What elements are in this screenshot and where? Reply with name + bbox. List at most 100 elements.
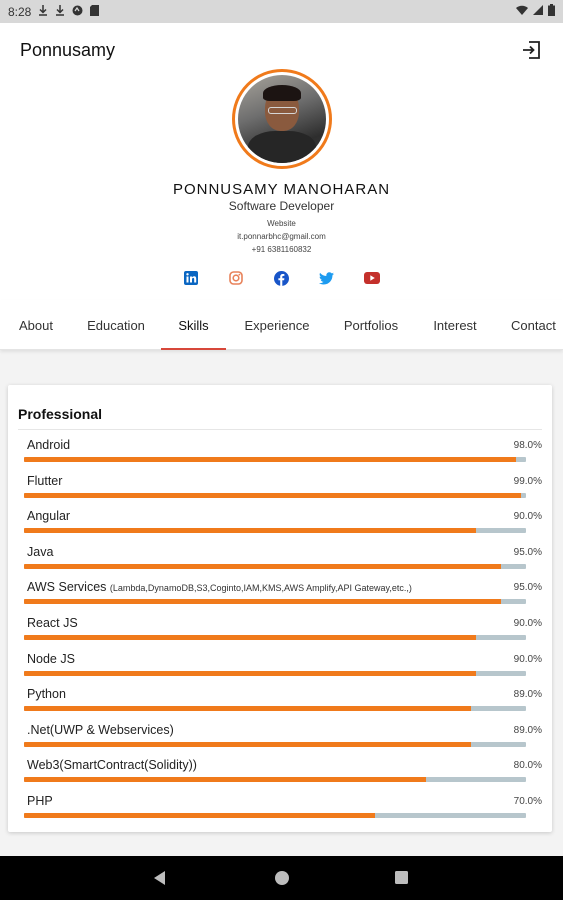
progress-fill [24,670,476,676]
section-title: Professional [18,406,103,422]
logout-button[interactable] [519,38,543,62]
tab-experience[interactable]: Experience [237,300,317,350]
status-bar: 8:28 [0,0,563,23]
skill-label: AWS Services (Lambda,DynamoDB,S3,Coginto… [27,580,412,594]
skill-percent: 90.0% [513,511,542,523]
progress-track [24,706,526,712]
skill-percent: 70.0% [513,795,542,807]
twitter-button[interactable] [318,270,334,286]
avatar-glasses [268,107,297,114]
progress-track [24,457,526,462]
avatar-body [248,131,316,163]
skill-detail: (Lambda,DynamoDB,S3,Coginto,IAM,KMS,AWS … [109,583,412,594]
skill-label: Java [27,545,53,559]
status-right [516,4,555,19]
tab-portfolios[interactable]: Portfolios [334,300,408,350]
status-time: 8:28 [8,4,32,19]
back-button[interactable] [153,870,169,886]
skill-percent: 89.0% [513,724,542,736]
progress-track [24,670,526,676]
skill-name: AWS Services [27,580,107,595]
tab-education[interactable]: Education [79,300,153,350]
skill-label: Android [27,438,70,452]
recents-button[interactable] [394,870,410,886]
instagram-icon [229,271,243,285]
youtube-icon [364,272,380,284]
skill-row: .Net(UWP & Webservices) 89.0% [8,717,552,753]
wifi-icon [516,5,528,18]
signal-icon [533,5,543,18]
app-title: Ponnusamy [20,39,116,60]
skill-name: Android [27,438,71,452]
progress-track [24,599,526,605]
tab-about[interactable]: About [6,300,66,350]
avatar-photo [238,75,326,163]
skill-percent: 95.0% [513,546,542,558]
website-link[interactable]: Website [0,219,563,228]
skill-row: AWS Services (Lambda,DynamoDB,S3,Coginto… [8,574,552,610]
skill-percent: 89.0% [513,689,542,701]
skill-row: Java 95.0% [8,539,552,575]
facebook-icon [273,270,289,286]
profile-role: Software Developer [228,199,335,213]
email-link[interactable]: it.ponnarbhc@gmail.com [0,232,563,241]
progress-track [24,812,526,818]
skill-percent: 90.0% [513,653,542,665]
skill-label: Python [27,687,66,701]
progress-fill [24,457,516,462]
recents-icon [395,871,408,884]
skill-label: Node JS [27,652,75,666]
avatar [232,69,332,169]
tab-contact[interactable]: Contact [503,300,563,350]
divider [18,429,542,430]
skill-name: React JS [27,615,78,630]
status-left: 8:28 [8,4,100,19]
skill-label: Web3(SmartContract(Solidity)) [27,758,197,772]
instagram-button[interactable] [228,270,244,286]
skill-row: Android 98.0% [8,432,552,468]
tab-interest[interactable]: Interest [424,300,486,350]
linkedin-button[interactable] [183,270,199,286]
skill-name: Angular [27,509,71,524]
progress-fill [24,634,476,640]
skill-name: Java [27,544,54,559]
social-links [0,270,563,288]
download-icon [55,4,65,19]
skill-percent: 95.0% [513,582,542,594]
tab-skills[interactable]: Skills [161,300,226,350]
skill-list: Android 98.0% Flutter 99.0% Angular 90.0% Java… [8,432,552,824]
skill-name: Python [27,687,66,702]
sd-card-icon [90,4,100,19]
skill-name: Node JS [27,651,75,666]
skill-row: Flutter 99.0% [8,468,552,504]
skill-name: PHP [27,793,53,808]
progress-track [24,563,526,569]
skill-name: Flutter [27,473,63,488]
skill-percent: 90.0% [513,617,542,629]
profile-header: PONNUSAMY MANOHARAN Software Developer W… [0,69,563,300]
back-icon [154,871,165,885]
skill-row: Node JS 90.0% [8,646,552,682]
skill-label: PHP [27,794,53,808]
skill-row: Angular 90.0% [8,503,552,539]
facebook-button[interactable] [273,270,289,286]
phone-link[interactable]: +91 6381160832 [0,245,563,254]
progress-fill [24,599,501,605]
skill-percent: 98.0% [513,440,542,451]
home-button[interactable] [274,870,290,886]
progress-track [24,492,526,498]
skill-row: PHP 70.0% [8,788,552,824]
progress-fill [24,528,476,534]
progress-track [24,777,526,783]
skill-label: Flutter [27,474,62,488]
progress-fill [24,706,471,712]
youtube-button[interactable] [364,270,380,286]
skill-name: Web3(SmartContract(Solidity)) [27,758,197,773]
avatar-hair [263,85,301,101]
skill-label: React JS [27,616,78,630]
linkedin-icon [184,271,198,285]
progress-fill [24,492,521,498]
navigation-bar [0,856,563,900]
progress-fill [24,777,426,783]
progress-fill [24,741,471,747]
